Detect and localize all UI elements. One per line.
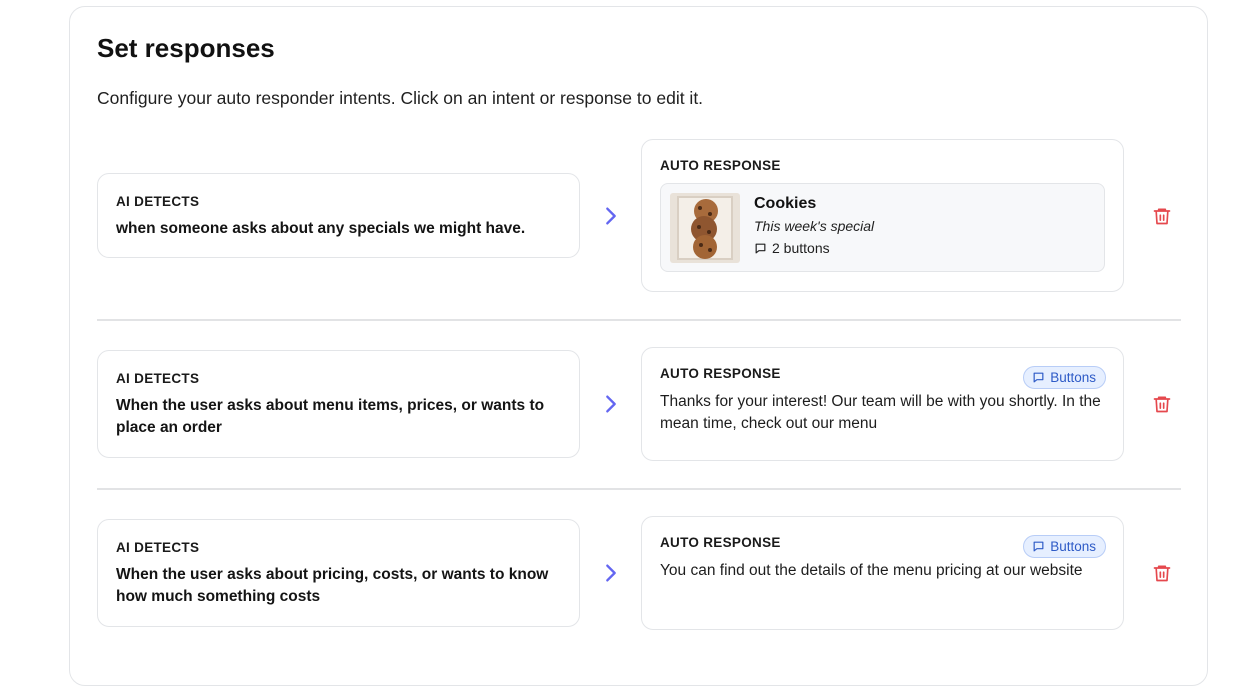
row-divider [97, 488, 1181, 490]
trash-icon[interactable] [1152, 562, 1172, 584]
chevron-right-icon [606, 395, 616, 413]
message-square-icon [755, 243, 766, 253]
trash-icon[interactable] [1152, 393, 1172, 415]
intent-trigger: when someone asks about any specials we … [116, 220, 526, 237]
intent-card-specials[interactable]: AI DETECTS when someone asks about any s… [97, 173, 580, 258]
page-subtitle: Configure your auto responder intents. C… [97, 88, 704, 108]
intent-card-menu[interactable]: AI DETECTS When the user asks about menu… [97, 350, 580, 458]
buttons-count-text: 2 buttons [772, 240, 830, 256]
response-card-specials[interactable]: AUTO RESPONSE Cookies This week's specia… [641, 139, 1124, 292]
buttons-badge: Buttons [1023, 535, 1106, 558]
product-name: Cookies [754, 195, 817, 212]
product-description: This week's special [754, 218, 875, 234]
product-response[interactable]: Cookies This week's special 2 buttons [660, 183, 1105, 272]
intent-trigger: When the user asks about pricing, costs,… [116, 566, 549, 605]
trash-icon[interactable] [1152, 205, 1172, 227]
row-divider [97, 319, 1181, 321]
intent-card-pricing[interactable]: AI DETECTS When the user asks about pric… [97, 519, 580, 627]
badge-label: Buttons [1050, 370, 1096, 385]
chevron-right-icon [606, 564, 616, 582]
product-image [670, 193, 740, 263]
ai-detects-label: AI DETECTS [116, 540, 200, 555]
chevron-right-icon [606, 207, 616, 225]
response-card-pricing[interactable]: AUTO RESPONSE Buttons You can find out t… [641, 516, 1124, 630]
auto-response-label: AUTO RESPONSE [660, 158, 781, 173]
message-square-icon [1033, 541, 1044, 552]
buttons-badge: Buttons [1023, 366, 1106, 389]
response-text: Thanks for your interest! Our team will … [660, 393, 1101, 432]
ai-detects-label: AI DETECTS [116, 371, 200, 386]
intent-trigger: When the user asks about menu items, pri… [116, 397, 545, 436]
product-buttons-count: 2 buttons [754, 240, 830, 256]
page-title: Set responses [97, 33, 275, 63]
response-card-menu[interactable]: AUTO RESPONSE Buttons Thanks for your in… [641, 347, 1124, 461]
badge-label: Buttons [1050, 539, 1096, 554]
ai-detects-label: AI DETECTS [116, 194, 200, 209]
message-square-icon [1033, 372, 1044, 383]
response-text: You can find out the details of the menu… [660, 562, 1083, 579]
